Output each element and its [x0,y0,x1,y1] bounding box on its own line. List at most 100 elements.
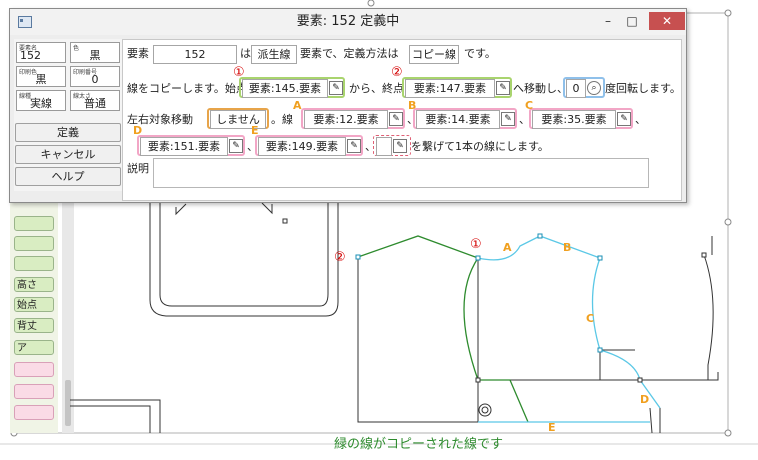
form-annotation-b: B [408,99,417,112]
pick-pencil-icon[interactable]: ✎ [329,81,343,95]
button-mark [478,403,492,417]
label-end: から、終点 [349,82,404,95]
line-b-field[interactable]: 要素:14.要素 [416,110,500,129]
window-title: 要素: 152 定義中 [296,14,400,29]
attr-element-name[interactable]: 要素名 152 [16,42,66,63]
pick-pencil-icon[interactable]: ✎ [347,139,361,153]
pick-pencil-icon[interactable]: ✎ [389,112,403,126]
element-number-field[interactable]: 152 [153,45,237,64]
point-marker [637,377,643,383]
point-marker [537,233,543,239]
palette-item[interactable] [14,405,54,420]
annotation-e: E [548,421,556,434]
point-marker [597,255,603,261]
notch [261,202,273,215]
label-copy-start: 線をコピーします。始点 [127,82,247,95]
annotation-end-marker: ② [334,250,346,265]
selection-handle [367,0,375,7]
annotation-d: D [640,393,650,406]
selection-handle [724,218,732,226]
minimize-button[interactable]: – [598,13,618,29]
attr-color[interactable]: 色黒 [70,42,120,63]
annotation-b: B [563,241,572,254]
help-button[interactable]: ヘルプ [15,167,121,186]
annotation-start-marker: ① [470,237,482,252]
point-marker [701,252,707,258]
separator: 、 [635,113,646,126]
title-bar[interactable]: 要素: 152 定義中 – □ ✕ [10,9,686,35]
label-join-lines: を繋げて1本の線にします。 [411,140,549,153]
palette-item[interactable] [14,236,54,251]
pick-pencil-icon[interactable]: ✎ [496,81,510,95]
pick-pencil-icon[interactable]: ✎ [393,139,407,153]
dart [599,350,719,381]
palette-item[interactable] [14,362,54,377]
magnifier-icon[interactable]: ⌕ [587,81,601,95]
line-e-field[interactable]: 要素:149.要素 [258,137,346,156]
pattern-piece-left-inner [159,198,329,307]
definition-form: 要素 152 は 派生線 要素で、定義方法は コピー線 です。 線をコピーします… [122,39,682,201]
label-wa: は [240,47,251,60]
attr-line-type[interactable]: 線種 実線 [16,90,66,111]
form-annotation-c: C [525,99,534,112]
attr-print-number[interactable]: 印刷番号 0 [70,66,120,87]
point-marker [475,377,481,383]
label-definition-method: 要素で、定義方法は [300,47,399,60]
maximize-button[interactable]: □ [622,13,642,29]
attr-print-color[interactable]: 印刷色黒 [16,66,66,87]
cancel-button[interactable]: キャンセル [15,145,121,164]
palette-item-height[interactable]: 高さ [14,277,54,292]
copied-line-green [357,235,529,423]
pattern-piece-right [357,257,479,423]
definition-dialog: 要素: 152 定義中 – □ ✕ 要素名 152 色黒 印刷色黒 印刷番号 0 線… [9,8,687,203]
pick-pencil-icon[interactable]: ✎ [501,112,515,126]
line-a-field[interactable]: 要素:12.要素 [304,110,388,129]
start-point-field[interactable]: 要素:145.要素 [242,79,328,98]
point-marker [475,255,481,261]
selection-handle [724,9,732,17]
label-line: 。線 [271,113,293,126]
close-button[interactable]: ✕ [649,12,685,30]
empty-line-field[interactable] [376,137,392,156]
point-marker [282,218,288,224]
palette-scroll-thumb [65,380,71,426]
description-label: 説明 [127,162,149,175]
rotation-field[interactable]: 0 [566,79,586,98]
palette-item[interactable] [14,384,54,399]
pick-pencil-icon[interactable]: ✎ [617,112,631,126]
attribute-panel: 要素名 152 色黒 印刷色黒 印刷番号 0 線種 実線 線太さ 普通 定義 キャンセル… [14,39,122,191]
element-kind-field[interactable]: 派生線 [251,45,297,64]
annotation-a: A [503,241,512,254]
form-annotation-d: D [133,124,143,137]
palette-item[interactable] [14,256,54,271]
form-annotation-start: ① [233,65,245,80]
definition-method-field[interactable]: コピー線 [409,45,459,64]
annotation-c: C [586,312,595,325]
palette-item-start[interactable]: 始点 [14,297,54,312]
point-marker [597,347,603,353]
selection-handle [724,429,732,437]
notch [175,203,187,216]
palette-item[interactable] [14,216,54,231]
point-marker [355,254,361,260]
palette-item-back-length[interactable]: 背丈 [14,318,54,333]
line-c-field[interactable]: 要素:35.要素 [532,110,616,129]
form-annotation-end: ② [391,65,403,80]
caption: 緑の線がコピーされた線です [334,437,504,452]
label-move: へ移動し、 [513,82,568,95]
sleeve-curve [703,254,714,380]
label-element: 要素 [127,47,149,60]
form-annotation-a: A [293,99,302,112]
define-button[interactable]: 定義 [15,123,121,142]
attr-line-width[interactable]: 線太さ 普通 [70,90,120,111]
palette-item-a[interactable]: ア [14,340,54,355]
label-rotate: 度回転します。 [605,82,681,95]
line-d-field[interactable]: 要素:151.要素 [140,137,228,156]
description-field[interactable] [153,158,649,188]
original-line-cyan [477,235,661,409]
pattern-piece-bottom [70,399,161,433]
form-annotation-e: E [251,124,259,137]
end-point-field[interactable]: 要素:147.要素 [405,79,495,98]
label-desu: です。 [464,47,496,60]
pick-pencil-icon[interactable]: ✎ [229,139,243,153]
